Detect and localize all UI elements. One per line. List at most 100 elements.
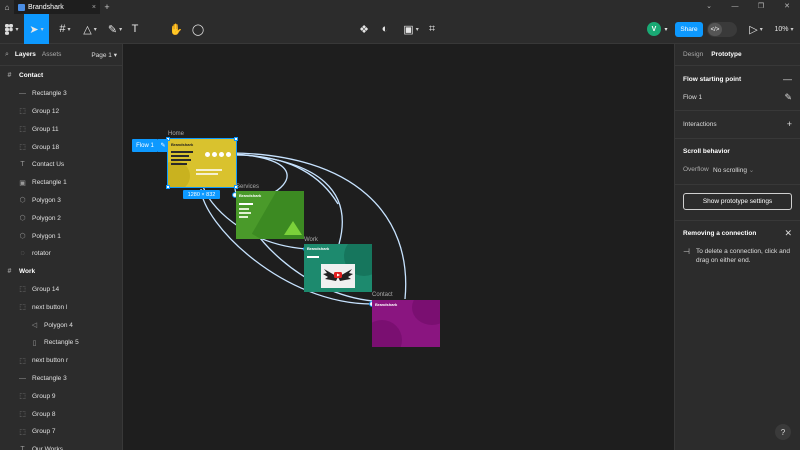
overflow-select[interactable]: No scrolling ⌄ [713, 166, 754, 174]
layer-row[interactable]: — Rectangle 3 [0, 370, 122, 388]
chevron-down-icon[interactable]: ⌄ [696, 0, 722, 14]
avatar-menu-button[interactable]: ▾ [661, 14, 671, 44]
text-tool-button[interactable]: T [128, 14, 142, 44]
layer-type-icon: — [19, 90, 26, 98]
flow-edit-icon[interactable]: ✎ [158, 139, 168, 152]
show-prototype-settings-button[interactable]: Show prototype settings [683, 193, 792, 210]
comment-tool-button[interactable]: ◯ [190, 14, 206, 44]
present-button[interactable]: ▷ ▾ [746, 14, 766, 44]
page-selector[interactable]: Page 1 ▾ [91, 51, 117, 59]
layer-type-icon: ⬚ [19, 428, 26, 436]
layer-row[interactable]: ⬚ Group 12 [0, 103, 122, 121]
tab-design[interactable]: Design [683, 51, 703, 58]
left-panel-tabs: ⌕ Layers Assets Page 1 ▾ [0, 44, 122, 66]
wings-logo-icon [323, 269, 353, 281]
search-icon[interactable]: ⌕ [5, 51, 9, 59]
selection-handle[interactable] [166, 185, 170, 189]
layer-row[interactable]: ⬡ Polygon 1 [0, 227, 122, 245]
layer-row[interactable]: ⬚ Group 14 [0, 281, 122, 299]
chevron-down-icon: ▾ [113, 51, 117, 59]
frame-work[interactable]: Brandshark [304, 244, 372, 292]
layer-type-icon: ⬚ [19, 108, 26, 116]
layer-row[interactable]: ◁ Polygon 4 [0, 316, 122, 334]
close-tab-icon[interactable]: × [92, 4, 96, 11]
layer-row[interactable]: ▣ Rectangle 1 [0, 174, 122, 192]
layer-type-icon: ⬚ [19, 393, 26, 401]
layer-row[interactable]: — Rectangle 3 [0, 85, 122, 103]
layer-row[interactable]: ⬚ Group 7 [0, 423, 122, 441]
disconnect-icon: ⊣ [683, 247, 690, 256]
layer-row[interactable]: ▯ Rectangle 5 [0, 334, 122, 352]
frame-label-services[interactable]: Services [236, 184, 259, 190]
layer-label: Rectangle 5 [44, 339, 79, 347]
edit-flow-icon[interactable]: ✎ [784, 92, 792, 103]
flow-section-title: Flow starting point [683, 76, 742, 83]
layer-frame-row[interactable]: # Contact [0, 67, 122, 85]
layer-type-icon: ⬡ [19, 233, 26, 241]
frame-home[interactable]: Brandshark [167, 138, 237, 188]
frame-tool-button[interactable]: # ▾ [54, 14, 76, 44]
layer-type-icon: ⬚ [19, 126, 26, 134]
dev-mode-toggle[interactable]: </> [707, 22, 737, 37]
avatar[interactable]: V [647, 22, 661, 36]
tab-assets[interactable]: Assets [42, 51, 62, 58]
remove-flow-icon[interactable]: — [783, 74, 792, 84]
flow-row[interactable]: Flow 1 ✎ [683, 92, 792, 103]
tab-layers[interactable]: Layers [15, 51, 36, 58]
layer-row[interactable]: ⬡ Polygon 2 [0, 209, 122, 227]
layer-row[interactable]: T Our Works [0, 441, 122, 450]
layer-row[interactable]: T Contact Us [0, 156, 122, 174]
layer-row[interactable]: ⬚ Group 11 [0, 120, 122, 138]
frame-contact[interactable]: Brandshark [372, 300, 440, 347]
layer-row[interactable]: ⬚ Group 8 [0, 405, 122, 423]
main-menu-button[interactable]: ▾ [2, 14, 22, 44]
crop-button[interactable]: ⌗ [425, 14, 439, 44]
boolean-groups-button[interactable]: ▣ ▾ [400, 14, 422, 44]
triangle-icon: △ [83, 23, 92, 36]
layer-row[interactable]: ⬡ Polygon 3 [0, 192, 122, 210]
frame-label-home[interactable]: Home [168, 131, 184, 137]
pen-tool-button[interactable]: ✎ ▾ [104, 14, 126, 44]
move-tool-button[interactable]: ➤ ▾ [24, 14, 49, 44]
tab-prototype[interactable]: Prototype [711, 51, 741, 58]
mask-button[interactable]: ◐ [377, 14, 393, 44]
component-icon: ❖ [359, 23, 369, 36]
removing-connection-text: To delete a connection, click and drag o… [696, 248, 790, 264]
layer-row[interactable]: ⬚ Group 18 [0, 138, 122, 156]
frame-label-contact[interactable]: Contact [372, 292, 393, 298]
text-line [239, 212, 251, 214]
add-interaction-icon[interactable]: + [787, 119, 792, 129]
frame-services[interactable]: Brandshark [236, 191, 304, 239]
home-icon[interactable]: ⌂ [0, 0, 14, 14]
new-tab-button[interactable]: + [100, 2, 114, 12]
components-button[interactable]: ❖ [356, 14, 372, 44]
nav-dot [226, 152, 231, 157]
shape-tool-button[interactable]: △ ▾ [79, 14, 101, 44]
hand-tool-button[interactable]: ✋ [168, 14, 184, 44]
divider [675, 138, 800, 139]
text-icon: T [131, 23, 139, 35]
canvas[interactable]: Home Brandshark Services Brandshark Work… [123, 44, 674, 450]
window-controls: ⌄ — ❐ ✕ [696, 0, 800, 14]
layer-row[interactable]: ⬚ next button r [0, 352, 122, 370]
minimize-icon[interactable]: — [722, 0, 748, 14]
frame-label-work[interactable]: Work [304, 237, 318, 243]
figma-logo-icon [5, 23, 14, 35]
layer-frame-row[interactable]: # Work [0, 263, 122, 281]
layer-type-icon: ▯ [32, 339, 37, 347]
layer-row[interactable]: ◌ rotator [0, 245, 122, 263]
layer-row[interactable]: ⬚ next button l [0, 298, 122, 316]
selection-handle[interactable] [234, 137, 238, 141]
layer-row[interactable]: ⬚ Group 9 [0, 387, 122, 405]
nav-dot [212, 152, 217, 157]
layers-panel: ⌕ Layers Assets Page 1 ▾ # Contact — Rectan… [0, 44, 123, 450]
maximize-icon[interactable]: ❐ [748, 0, 774, 14]
close-icon[interactable]: ✕ [784, 228, 792, 239]
zoom-menu[interactable]: 10% ▾ [770, 14, 798, 44]
flow-start-chip[interactable]: Flow 1 [132, 139, 158, 152]
share-button[interactable]: Share [675, 22, 703, 37]
window-close-icon[interactable]: ✕ [774, 0, 800, 14]
file-tab[interactable]: Brandshark × [14, 0, 100, 14]
help-button[interactable]: ? [775, 424, 791, 440]
layer-type-icon: # [7, 268, 12, 276]
